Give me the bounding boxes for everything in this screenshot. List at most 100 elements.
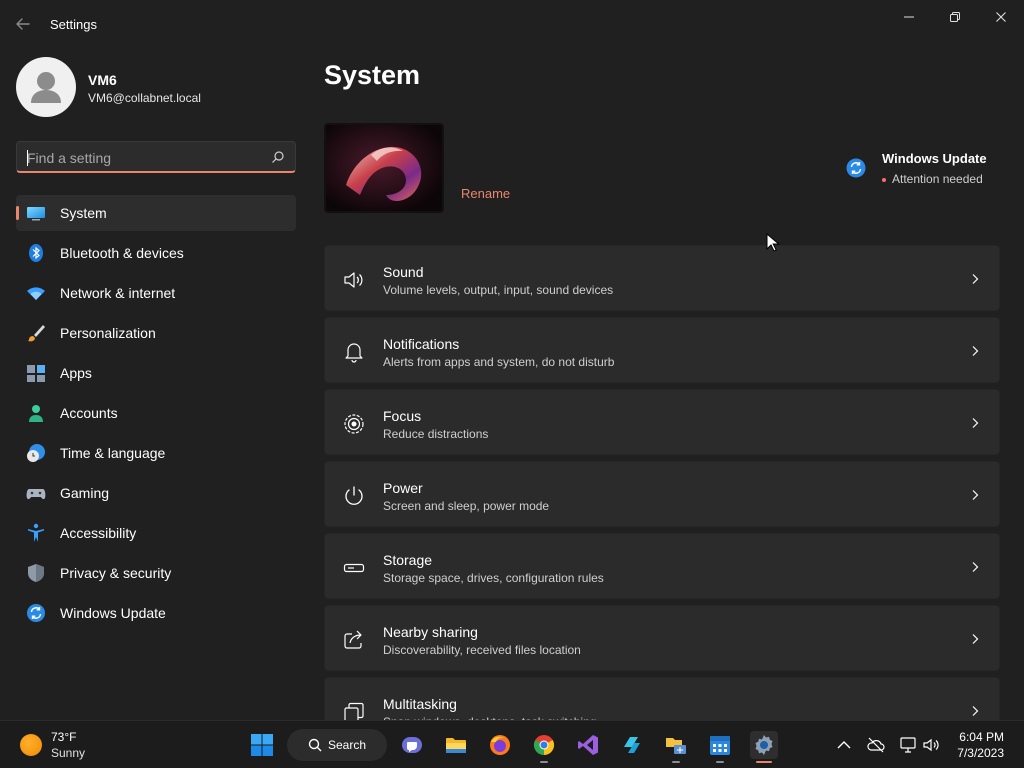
windows-update-title[interactable]: Windows Update (882, 151, 987, 166)
sidebar-item-label: Accessibility (60, 525, 137, 541)
user-silhouette-icon (31, 72, 61, 103)
card-power[interactable]: Power Screen and sleep, power mode (324, 461, 1000, 527)
bluetooth-icon (29, 244, 43, 262)
sidebar-item-label: Personalization (60, 325, 156, 341)
text-caret (27, 150, 28, 166)
app-running-indicator (540, 761, 548, 763)
chevron-right-icon (972, 634, 979, 644)
chevron-right-icon (972, 346, 979, 356)
rename-link[interactable]: Rename (461, 186, 510, 201)
alert-dot-icon (882, 177, 886, 182)
card-description: Volume levels, output, input, sound devi… (383, 283, 614, 297)
sidebar-item-gaming[interactable]: Gaming (16, 475, 296, 511)
weather-condition[interactable]: Sunny (51, 746, 85, 760)
taskbar-search-label: Search (328, 738, 367, 752)
sidebar-item-label: System (60, 205, 107, 221)
sidebar-item-accounts[interactable]: Accounts (16, 395, 296, 431)
sidebar-item-system[interactable]: System (16, 195, 296, 231)
calendar-icon[interactable] (706, 731, 734, 759)
volume-icon[interactable] (921, 735, 941, 755)
avatar[interactable] (16, 57, 76, 117)
search-icon[interactable] (271, 150, 285, 164)
explorer-shortcut-icon[interactable] (662, 731, 690, 759)
clock-time[interactable]: 6:04 PM (959, 730, 1004, 744)
settings-icon[interactable] (750, 731, 778, 759)
taskbar: 73°F Sunny Search 6:04 PM 7/3/2023 (0, 720, 1024, 768)
app-active-indicator (756, 761, 772, 763)
sidebar-item-label: Gaming (60, 485, 110, 501)
speaker-icon (344, 272, 363, 288)
close-button[interactable] (978, 4, 1024, 30)
sidebar-item-label: Bluetooth & devices (60, 245, 184, 261)
profile-email: VM6@collabnet.local (88, 91, 201, 105)
system-icon (27, 207, 45, 221)
app-running-indicator (672, 761, 680, 763)
share-icon (344, 630, 362, 649)
clock-globe-icon (27, 444, 45, 462)
clock-date[interactable]: 7/3/2023 (957, 746, 1004, 760)
apps-icon (27, 365, 45, 382)
chrome-icon[interactable] (530, 731, 558, 759)
page-title: System (324, 60, 421, 90)
card-notifications[interactable]: Notifications Alerts from apps and syste… (324, 317, 1000, 383)
card-description: Alerts from apps and system, do not dist… (383, 355, 615, 369)
search-input[interactable] (27, 148, 263, 168)
sidebar-item-bluetooth[interactable]: Bluetooth & devices (16, 235, 296, 271)
chevron-right-icon (972, 490, 979, 500)
chevron-right-icon (972, 706, 979, 716)
card-storage[interactable]: Storage Storage space, drives, configura… (324, 533, 1000, 599)
sidebar-nav: System Bluetooth & devices Network & int… (16, 195, 296, 635)
sidebar-item-windows-update[interactable]: Windows Update (16, 595, 296, 631)
chevron-up-icon[interactable] (834, 735, 854, 755)
sidebar-item-time-language[interactable]: Time & language (16, 435, 296, 471)
card-description: Storage space, drives, configuration rul… (383, 571, 604, 585)
title-bar: Settings (0, 0, 1024, 48)
app-running-indicator (716, 761, 724, 763)
mouse-cursor-icon (766, 233, 780, 252)
sidebar-item-label: Accounts (60, 405, 118, 421)
windows-update-status-icon[interactable] (846, 158, 866, 178)
windows-update-status: Attention needed (882, 172, 983, 186)
wallpaper-image (326, 125, 442, 211)
firefox-icon[interactable] (486, 731, 514, 759)
network-icon[interactable] (898, 735, 918, 755)
card-title: Sound (383, 264, 424, 280)
weather-temperature[interactable]: 73°F (51, 730, 76, 744)
file-explorer-icon[interactable] (442, 731, 470, 759)
card-title: Storage (383, 552, 433, 568)
sidebar-item-label: Time & language (60, 445, 166, 461)
minimize-icon (904, 16, 914, 18)
chevron-right-icon (972, 274, 979, 284)
card-title: Power (383, 480, 423, 496)
sidebar-item-accessibility[interactable]: Accessibility (16, 515, 296, 551)
app-title: Settings (50, 17, 97, 32)
sidebar-item-privacy[interactable]: Privacy & security (16, 555, 296, 591)
bell-icon (345, 343, 363, 363)
sidebar-item-personalization[interactable]: Personalization (16, 315, 296, 351)
card-description: Discoverability, received files location (383, 643, 581, 657)
brush-icon (28, 325, 45, 342)
controller-icon (26, 489, 46, 500)
card-sound[interactable]: Sound Volume levels, output, input, soun… (324, 245, 1000, 311)
update-icon (27, 604, 45, 622)
card-nearby-sharing[interactable]: Nearby sharing Discoverability, received… (324, 605, 1000, 671)
teams-icon[interactable] (398, 731, 426, 759)
wifi-icon (27, 287, 45, 300)
sidebar-item-apps[interactable]: Apps (16, 355, 296, 391)
start-icon[interactable] (250, 733, 274, 757)
restore-icon (950, 12, 960, 22)
minimize-button[interactable] (886, 4, 932, 30)
taskbar-search-button[interactable]: Search (287, 729, 387, 761)
restore-button[interactable] (932, 4, 978, 30)
azure-icon[interactable] (618, 731, 646, 759)
visual-studio-icon[interactable] (574, 731, 602, 759)
sun-icon[interactable] (20, 734, 42, 756)
onedrive-offline-icon[interactable] (866, 735, 886, 755)
back-arrow-icon[interactable] (14, 15, 32, 33)
search-box[interactable] (16, 141, 296, 173)
card-title: Multitasking (383, 696, 457, 712)
close-icon (996, 12, 1006, 22)
chevron-right-icon (972, 418, 979, 428)
card-focus[interactable]: Focus Reduce distractions (324, 389, 1000, 455)
sidebar-item-network[interactable]: Network & internet (16, 275, 296, 311)
